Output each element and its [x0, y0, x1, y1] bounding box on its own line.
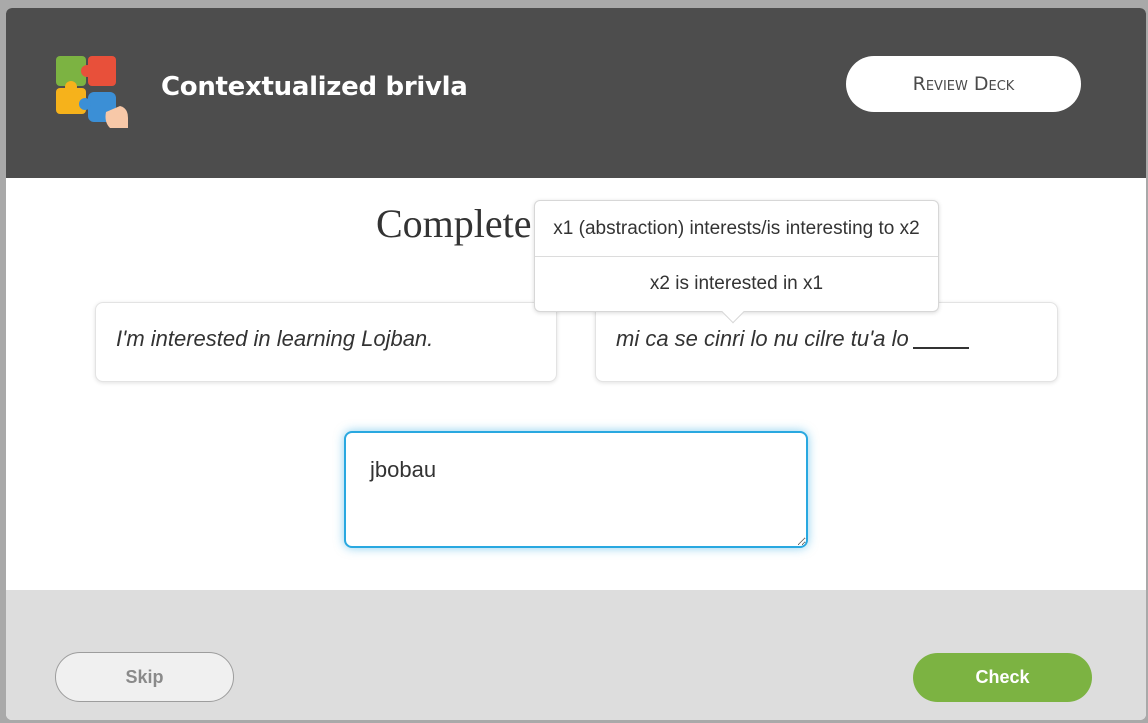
source-sentence-card: I'm interested in learning Lojban.	[95, 302, 557, 382]
footer-bar: Skip Check	[6, 590, 1146, 720]
skip-button[interactable]: Skip	[55, 652, 234, 702]
answer-input[interactable]: jbobau	[344, 431, 808, 548]
tooltip-definition-line: x1 (abstraction) interests/is interestin…	[553, 217, 920, 239]
tooltip-definition-line: x2 is interested in x1	[535, 256, 938, 311]
exercise-area: Complete I'm interested in learning Lojb…	[6, 178, 1146, 590]
prompt-title: Complete	[376, 201, 532, 246]
target-sentence-card: mi ca se cinri lo nu cilre tu'a lo	[595, 302, 1058, 382]
target-sentence[interactable]: mi ca se cinri lo nu cilre tu'a lo	[616, 326, 909, 351]
check-button[interactable]: Check	[913, 653, 1092, 702]
deck-title: Contextualized brivla	[161, 72, 468, 102]
definition-tooltip: x1 (abstraction) interests/is interestin…	[534, 200, 939, 324]
header-bar: Contextualized brivla Review Deck	[6, 8, 1146, 178]
lesson-card: Contextualized brivla Review Deck Comple…	[6, 8, 1146, 720]
puzzle-pieces-icon	[56, 56, 128, 128]
answer-blank	[912, 347, 969, 349]
source-sentence: I'm interested in learning Lojban.	[116, 326, 434, 351]
review-deck-button[interactable]: Review Deck	[846, 56, 1081, 112]
